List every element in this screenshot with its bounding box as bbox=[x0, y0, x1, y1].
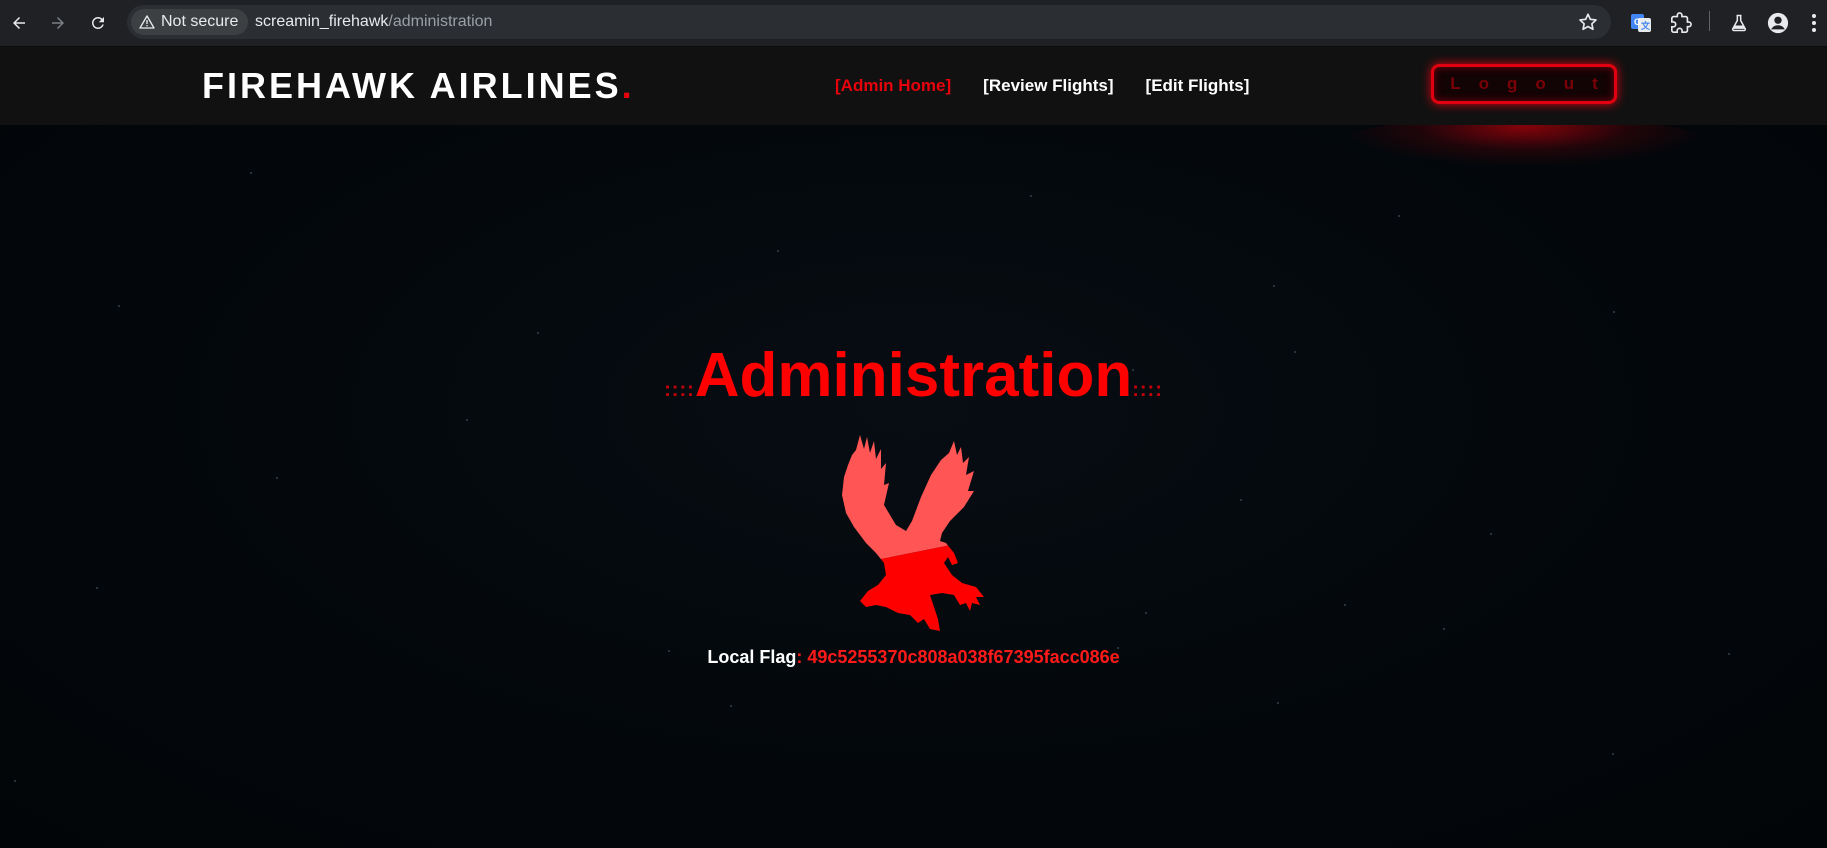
background-star bbox=[118, 305, 120, 307]
profile-icon bbox=[1767, 12, 1789, 34]
logo-text: FIREHAWK AIRLINES bbox=[202, 65, 622, 106]
flag-label: Local Flag bbox=[707, 647, 797, 667]
svg-text:G: G bbox=[1634, 17, 1641, 27]
background-star bbox=[96, 587, 98, 589]
bookmark-star-icon[interactable] bbox=[1577, 11, 1599, 33]
background-star bbox=[1240, 499, 1242, 501]
background-star bbox=[1398, 215, 1400, 217]
forward-arrow-icon bbox=[52, 17, 64, 29]
background-star bbox=[1030, 195, 1032, 197]
site-logo[interactable]: FIREHAWK AIRLINES. bbox=[202, 65, 635, 107]
background-star bbox=[1613, 311, 1615, 313]
logo-dot: . bbox=[621, 65, 635, 106]
profile-button[interactable] bbox=[1764, 8, 1792, 38]
warning-triangle-icon bbox=[139, 15, 155, 29]
nav-admin-home[interactable]: [Admin Home] bbox=[835, 76, 951, 96]
title-deco-left: :::: bbox=[664, 379, 695, 401]
security-chip[interactable]: Not secure bbox=[131, 9, 249, 35]
browser-toolbar: Not secure screamin_firehawk/administrat… bbox=[0, 0, 1827, 47]
translate-extension-button[interactable]: G文 bbox=[1628, 8, 1654, 38]
background-star bbox=[276, 477, 278, 479]
flag-value: 49c5255370c808a038f67395facc086e bbox=[807, 647, 1120, 667]
back-button[interactable] bbox=[4, 8, 34, 38]
toolbar-separator bbox=[1709, 11, 1710, 31]
google-translate-icon: G文 bbox=[1631, 14, 1651, 32]
background-star bbox=[777, 250, 779, 252]
more-menu-icon bbox=[1812, 14, 1816, 32]
background-star bbox=[1344, 604, 1346, 606]
site-header: FIREHAWK AIRLINES. [Admin Home] [Review … bbox=[0, 47, 1827, 125]
logout-button[interactable]: Logout bbox=[1431, 64, 1617, 104]
extensions-button[interactable] bbox=[1667, 8, 1695, 38]
security-label: Not secure bbox=[161, 13, 239, 30]
address-bar[interactable]: Not secure screamin_firehawk/administrat… bbox=[127, 5, 1611, 39]
labs-button[interactable] bbox=[1726, 8, 1752, 38]
svg-text:文: 文 bbox=[1640, 20, 1651, 31]
background-star bbox=[1277, 702, 1279, 704]
browser-menu-button[interactable] bbox=[1805, 8, 1823, 38]
nav-edit-flights[interactable]: [Edit Flights] bbox=[1146, 76, 1250, 96]
page-title-block: ::::Administration:::: bbox=[0, 340, 1827, 411]
back-arrow-icon bbox=[13, 17, 25, 29]
reload-button[interactable] bbox=[83, 8, 113, 38]
url-text[interactable]: screamin_firehawk/administration bbox=[255, 13, 492, 31]
background-star bbox=[1443, 628, 1445, 630]
page-title: Administration bbox=[694, 341, 1133, 410]
nav-review-flights[interactable]: [Review Flights] bbox=[983, 76, 1113, 96]
main-nav: [Admin Home] [Review Flights] [Edit Flig… bbox=[835, 76, 1249, 96]
background-star bbox=[14, 780, 16, 782]
background-star bbox=[466, 419, 468, 421]
local-flag-line: Local Flag: 49c5255370c808a038f67395facc… bbox=[0, 647, 1827, 668]
background-star bbox=[1612, 753, 1614, 755]
background-star bbox=[1490, 533, 1492, 535]
background-star bbox=[1145, 612, 1147, 614]
forward-button[interactable] bbox=[43, 8, 73, 38]
page-viewport: FIREHAWK AIRLINES. [Admin Home] [Review … bbox=[0, 47, 1827, 848]
flag-separator: : bbox=[796, 647, 803, 667]
background-star bbox=[537, 332, 539, 334]
labs-flask-icon bbox=[1731, 14, 1747, 32]
background-star bbox=[1273, 285, 1275, 287]
title-deco-right: :::: bbox=[1132, 379, 1163, 401]
background-star bbox=[730, 705, 732, 707]
background-star bbox=[250, 172, 252, 174]
extensions-puzzle-icon bbox=[1671, 12, 1692, 33]
url-host: screamin_firehawk bbox=[255, 13, 389, 30]
reload-icon bbox=[91, 16, 104, 29]
url-path: /administration bbox=[388, 13, 493, 30]
eagle-logo bbox=[842, 435, 984, 631]
